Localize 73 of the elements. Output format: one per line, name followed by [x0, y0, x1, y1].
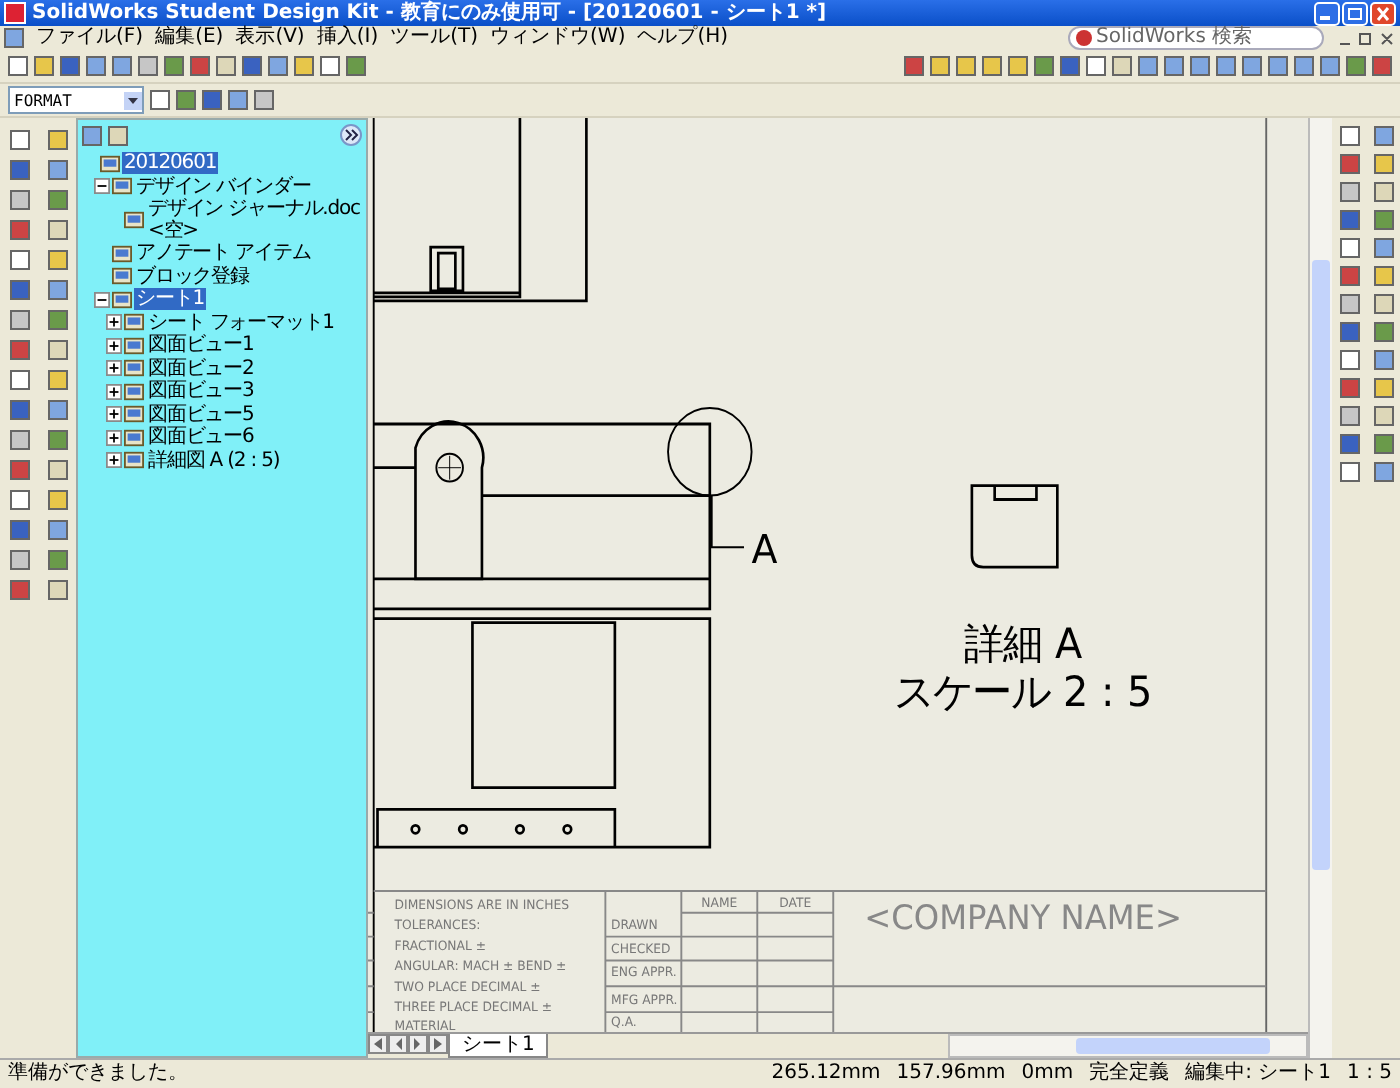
tree-node-icon	[124, 450, 144, 471]
company-name: <COMPANY NAME>	[864, 898, 1182, 937]
detail-scale: スケール 2 : 5	[893, 667, 1153, 717]
detail-label: A	[751, 526, 778, 574]
tree-node-icon	[112, 176, 132, 197]
menu-item[interactable]: 編集(E)	[155, 26, 224, 50]
expand-toggle-icon[interactable]	[106, 406, 122, 423]
menu-item[interactable]: 表示(V)	[235, 26, 305, 50]
tree-node-icon	[112, 266, 132, 287]
expand-panel-icon[interactable]	[340, 124, 362, 146]
menu-item[interactable]: ヘルプ(H)	[637, 26, 729, 50]
x-coordinate: 265.12mm	[771, 1062, 881, 1086]
close-icon[interactable]	[1370, 1, 1396, 25]
tree-node-icon	[112, 289, 132, 310]
tree-item[interactable]: シート フォーマット1	[146, 311, 336, 334]
sheet-scale: 1 : 5	[1347, 1062, 1392, 1086]
caret-icon	[124, 91, 142, 109]
format-dropdown[interactable]: FORMAT	[8, 86, 144, 114]
expand-toggle-icon[interactable]	[106, 383, 122, 400]
expand-toggle-icon[interactable]	[106, 452, 122, 469]
window-title: SolidWorks Student Design Kit - 教育にのみ使用可 - [20120601 - シート1 *]	[32, 1, 827, 25]
menu-item[interactable]: ウィンドウ(W)	[490, 26, 626, 50]
feature-tree-tab-icon[interactable]	[82, 125, 102, 145]
tree-item[interactable]: 詳細図 A (2 : 5)	[146, 449, 282, 472]
tree-item[interactable]: デザイン バインダー	[134, 175, 313, 198]
menu-item[interactable]: ツール(T)	[390, 26, 479, 50]
tree-item[interactable]: アノテート アイテム	[134, 242, 313, 265]
search-icon	[1076, 30, 1092, 46]
detail-view-drawing	[970, 484, 1059, 569]
y-coordinate: 157.96mm	[896, 1062, 1006, 1086]
minimize-icon[interactable]	[1314, 1, 1340, 25]
tree-node-icon	[124, 404, 144, 425]
sheet-navigation-icon[interactable]	[368, 1034, 448, 1054]
tree-item[interactable]: 図面ビュー2	[146, 357, 256, 380]
tree-node-icon	[124, 335, 144, 356]
tree-node-icon	[112, 243, 132, 264]
tree-node-icon	[124, 312, 144, 333]
tree-node-icon	[124, 427, 144, 448]
tree-item[interactable]: デザイン ジャーナル.doc <空>	[146, 198, 362, 242]
expand-toggle-icon[interactable]	[106, 360, 122, 377]
expand-toggle-icon[interactable]	[106, 337, 122, 354]
tree-item[interactable]: 図面ビュー6	[146, 426, 256, 449]
app-icon	[4, 2, 26, 24]
tree-node-icon	[124, 210, 144, 230]
maximize-icon[interactable]	[1342, 1, 1368, 25]
search-field[interactable]: SolidWorks 検索	[1068, 26, 1324, 50]
property-tab-icon[interactable]	[108, 125, 128, 145]
document-window-controls-icon[interactable]	[1336, 29, 1396, 47]
tree-node-icon	[124, 358, 144, 379]
z-coordinate: 0mm	[1021, 1062, 1074, 1086]
horizontal-scrollbar[interactable]	[948, 1034, 1308, 1058]
editing-status: 編集中: シート1	[1185, 1062, 1332, 1086]
collapse-toggle-icon[interactable]	[94, 178, 110, 195]
tree-item[interactable]: 図面ビュー5	[146, 403, 256, 426]
collapse-toggle-icon[interactable]	[94, 291, 110, 308]
definition-state: 完全定義	[1089, 1062, 1170, 1086]
detail-title: 詳細 A	[964, 619, 1083, 669]
tree-node-icon	[124, 381, 144, 402]
leader-line	[710, 494, 745, 549]
tree-item[interactable]: 図面ビュー3	[146, 380, 256, 403]
sheet-tab[interactable]: シート1	[448, 1034, 549, 1058]
tree-item[interactable]: 図面ビュー1	[146, 334, 256, 357]
tree-node-icon	[100, 153, 120, 174]
tree-item[interactable]: シート1	[134, 288, 206, 311]
expand-toggle-icon[interactable]	[106, 429, 122, 446]
detail-circle	[667, 407, 753, 497]
tree-item[interactable]: 20120601	[122, 152, 219, 175]
status-message: 準備ができました。	[8, 1062, 188, 1086]
expand-toggle-icon[interactable]	[106, 314, 122, 331]
menu-item[interactable]: ファイル(F)	[36, 26, 144, 50]
tree-item[interactable]: ブロック登録	[134, 265, 251, 288]
vertical-scrollbar[interactable]	[1308, 118, 1332, 1058]
menu-item[interactable]: 挿入(I)	[316, 26, 379, 50]
